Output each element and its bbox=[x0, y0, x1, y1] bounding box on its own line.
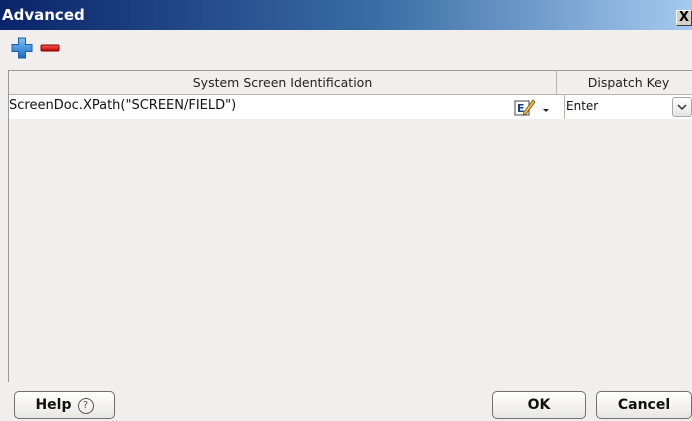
dispatch-key-value: Enter bbox=[566, 99, 599, 113]
identification-expression: ScreenDoc.XPath("SCREEN/FIELD") bbox=[9, 98, 237, 113]
edit-icon: E bbox=[514, 99, 536, 116]
toolbar bbox=[0, 30, 692, 66]
column-header-identification[interactable]: System Screen Identification bbox=[9, 71, 557, 95]
dispatch-key-dropdown-button[interactable] bbox=[672, 97, 692, 117]
chevron-down-icon bbox=[543, 109, 549, 112]
column-separator bbox=[557, 71, 565, 95]
minus-icon bbox=[40, 44, 60, 52]
help-icon: ? bbox=[77, 398, 94, 414]
close-icon: X bbox=[678, 10, 690, 25]
editor-dropdown-button[interactable] bbox=[538, 100, 554, 116]
identification-cell[interactable]: ScreenDoc.XPath("SCREEN/FIELD") E bbox=[9, 95, 565, 119]
dialog-title: Advanced bbox=[2, 6, 85, 24]
chevron-down-icon bbox=[677, 104, 687, 111]
expression-editor-button[interactable]: E bbox=[514, 98, 536, 116]
screen-id-table: System Screen Identification Dispatch Ke… bbox=[8, 70, 692, 382]
table-row[interactable]: ScreenDoc.XPath("SCREEN/FIELD") E Enter bbox=[9, 95, 692, 119]
ok-button[interactable]: OK bbox=[492, 391, 586, 419]
title-bar[interactable]: Advanced X bbox=[0, 0, 692, 30]
close-button[interactable]: X bbox=[676, 10, 692, 26]
column-header-dispatch-key[interactable]: Dispatch Key bbox=[565, 71, 692, 95]
plus-icon bbox=[11, 37, 33, 59]
dispatch-key-select[interactable]: Enter bbox=[565, 95, 692, 119]
help-button[interactable]: Help? bbox=[14, 391, 115, 419]
help-button-label: Help bbox=[35, 397, 72, 413]
add-row-button[interactable] bbox=[10, 36, 34, 60]
remove-row-button[interactable] bbox=[38, 36, 62, 60]
table-header: System Screen Identification Dispatch Ke… bbox=[9, 71, 692, 95]
advanced-dialog: Advanced X System Screen Identification … bbox=[0, 0, 692, 421]
cancel-button[interactable]: Cancel bbox=[596, 391, 692, 419]
